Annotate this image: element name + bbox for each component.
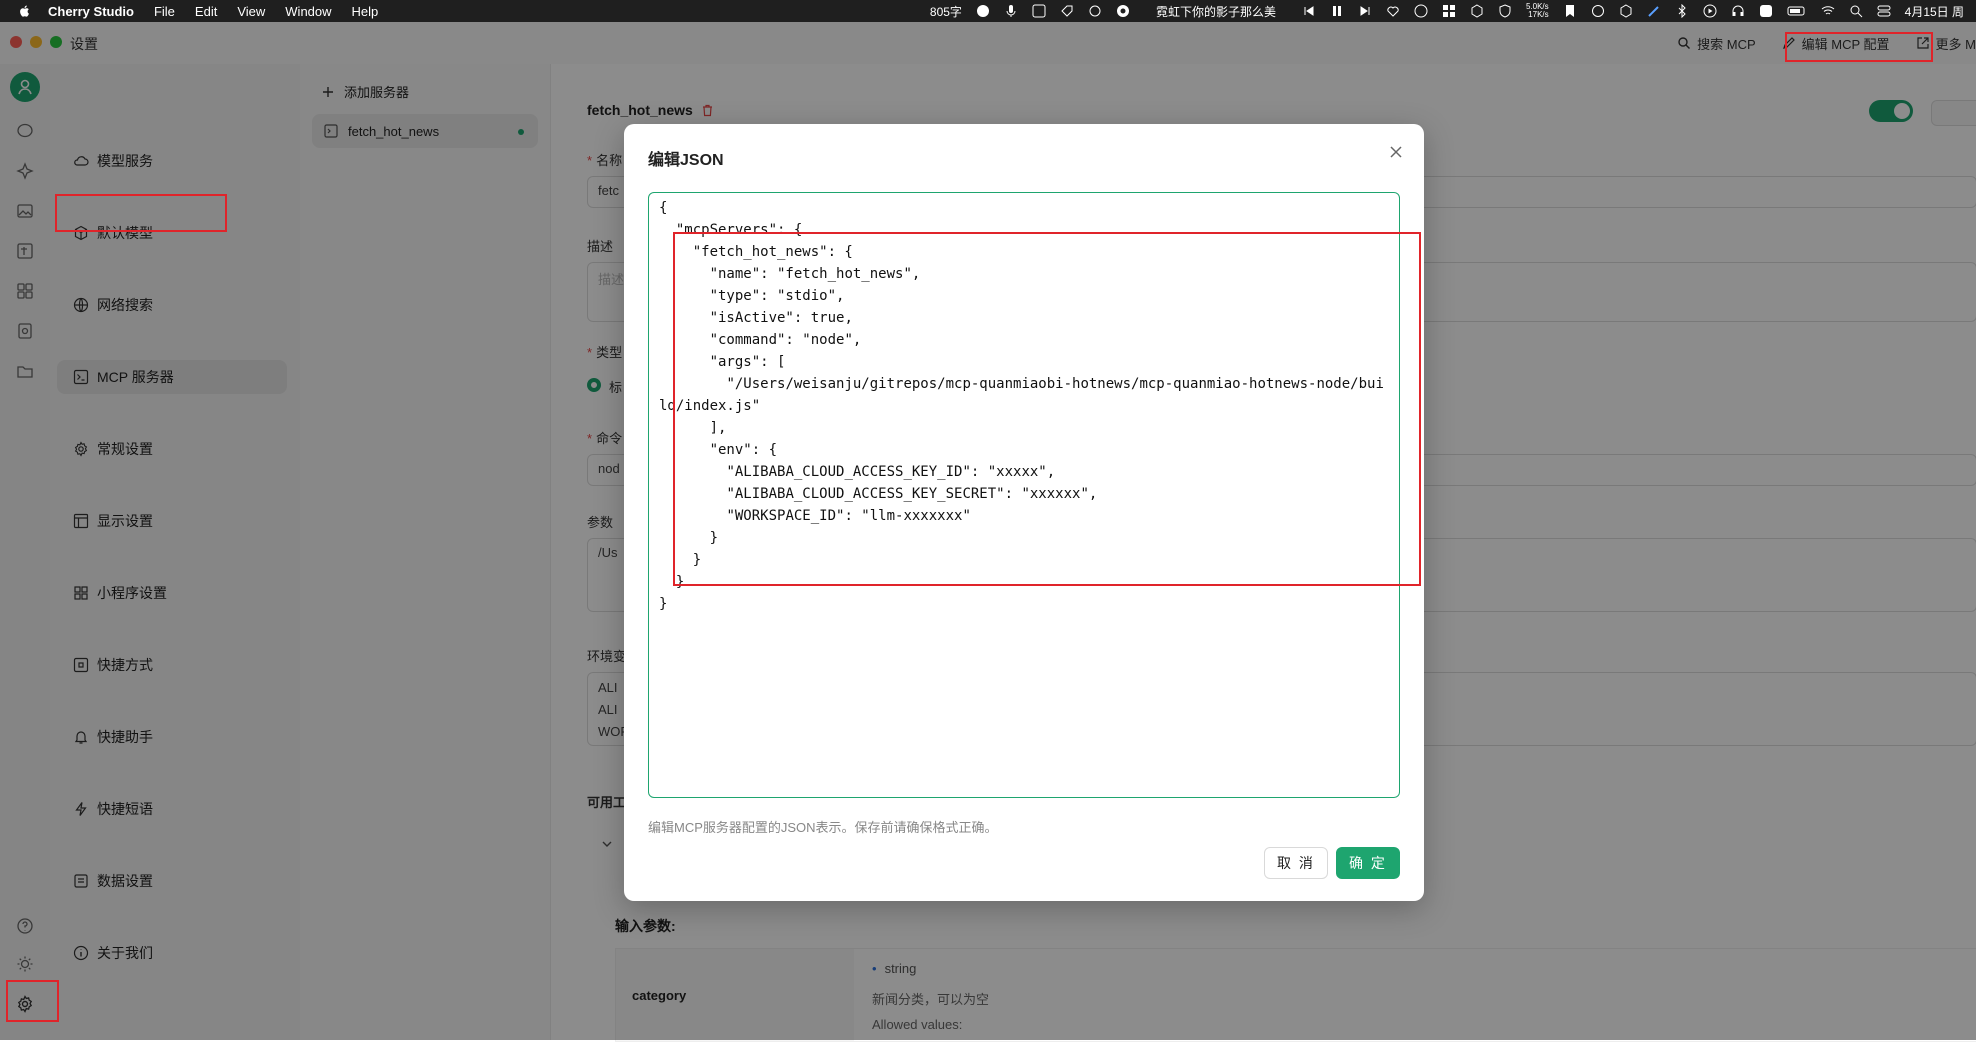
- gamepad-icon[interactable]: [1088, 4, 1102, 18]
- edit-json-modal: 编辑JSON { "mcpServers": { "fetch_hot_news…: [624, 124, 1424, 901]
- menu-view[interactable]: View: [237, 4, 265, 19]
- bookmark-icon[interactable]: [1563, 4, 1577, 18]
- windows-grid-icon[interactable]: [1442, 4, 1456, 18]
- tag-icon[interactable]: [1060, 4, 1074, 18]
- next-track-icon[interactable]: [1358, 4, 1372, 18]
- cube-status-icon[interactable]: [1470, 4, 1484, 18]
- menu-edit[interactable]: Edit: [195, 4, 217, 19]
- menu-window[interactable]: Window: [285, 4, 331, 19]
- box-icon[interactable]: [1619, 4, 1633, 18]
- now-playing-title[interactable]: 霓虹下你的影子那么美: [1156, 3, 1276, 20]
- record-icon[interactable]: [1116, 4, 1130, 18]
- spotlight-search-icon[interactable]: [1849, 4, 1863, 18]
- headphones-icon[interactable]: [1731, 4, 1745, 18]
- menu-file[interactable]: File: [154, 4, 175, 19]
- control-center-icon[interactable]: [1877, 4, 1891, 18]
- word-count: 805字: [929, 4, 962, 19]
- face-icon[interactable]: [976, 4, 990, 18]
- app-s-icon[interactable]: [1759, 4, 1773, 18]
- network-speed: 5.0K/s 17K/s: [1526, 3, 1549, 19]
- play-circle-icon[interactable]: [1703, 4, 1717, 18]
- wifi-icon[interactable]: [1821, 4, 1835, 18]
- json-editor-content[interactable]: { "mcpServers": { "fetch_hot_news": { "n…: [649, 193, 1399, 619]
- battery-icon[interactable]: [1787, 4, 1807, 18]
- bluetooth-icon[interactable]: [1675, 4, 1689, 18]
- apple-icon[interactable]: [18, 4, 32, 18]
- translate-icon[interactable]: [1032, 4, 1046, 18]
- app-name-menu[interactable]: Cherry Studio: [48, 4, 134, 19]
- pause-icon[interactable]: [1330, 4, 1344, 18]
- confirm-button[interactable]: 确 定: [1336, 847, 1400, 879]
- modal-title: 编辑JSON: [648, 152, 724, 169]
- json-editor[interactable]: { "mcpServers": { "fetch_hot_news": { "n…: [648, 192, 1400, 798]
- netease-icon[interactable]: [1414, 4, 1428, 18]
- menu-help[interactable]: Help: [352, 4, 379, 19]
- cancel-button[interactable]: 取 消: [1264, 847, 1328, 879]
- shield-status-icon[interactable]: [1498, 4, 1512, 18]
- clock[interactable]: 4月15日 周: [1905, 3, 1964, 20]
- menubar-status-area: 805字 霓虹下你的影子那么美 5.0K/s 17K/s 4月15日 周: [930, 0, 1964, 22]
- close-icon[interactable]: [1386, 142, 1406, 162]
- network-download: 17K/s: [1528, 10, 1549, 19]
- heart-icon[interactable]: [1386, 4, 1400, 18]
- microphone-icon[interactable]: [1004, 4, 1018, 18]
- pen-icon[interactable]: [1647, 4, 1661, 18]
- modal-hint: 编辑MCP服务器配置的JSON表示。保存前请确保格式正确。: [648, 820, 998, 835]
- openai-icon[interactable]: [1591, 4, 1605, 18]
- previous-track-icon[interactable]: [1302, 4, 1316, 18]
- macos-menubar: Cherry Studio File Edit View Window Help…: [0, 0, 1976, 22]
